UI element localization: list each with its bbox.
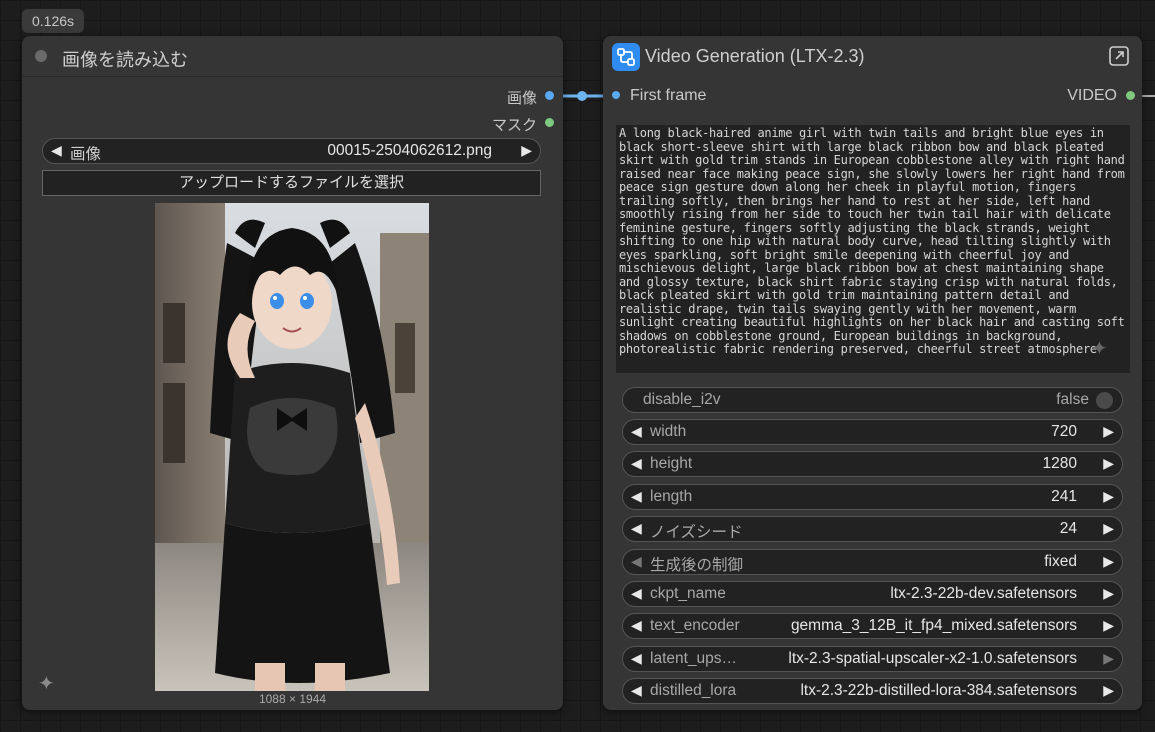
toggle-disable-i2v[interactable]: disable_i2v false bbox=[622, 387, 1123, 413]
decrement-arrow[interactable]: ◀ bbox=[631, 617, 642, 634]
prompt-textarea[interactable]: A long black-haired anime girl with twin… bbox=[616, 125, 1130, 373]
node-title: 画像を読み込む bbox=[62, 50, 188, 70]
widget-control-after-generate[interactable]: ◀ 生成後の制御 fixed ▶ bbox=[622, 548, 1123, 575]
widget-noise-seed[interactable]: ◀ ノイズシード 24 ▶ bbox=[622, 516, 1123, 543]
decrement-arrow[interactable]: ◀ bbox=[631, 650, 642, 667]
widget-value: 24 bbox=[1059, 520, 1077, 538]
widget-distilled-lora[interactable]: ◀ distilled_lora ltx-2.3-22b-distilled-lor… bbox=[622, 678, 1123, 705]
load-image-node[interactable]: 画像を読み込む 画像 マスク ◀ 画像 00015-2504062612.png… bbox=[22, 36, 563, 710]
widget-value: fixed bbox=[1044, 552, 1077, 570]
widget-label: width bbox=[650, 423, 687, 440]
node-title: Video Generation (LTX-2.3) bbox=[645, 46, 865, 66]
widget-length[interactable]: ◀ length 241 ▶ bbox=[622, 483, 1123, 510]
widget-height[interactable]: ◀ height 1280 ▶ bbox=[622, 451, 1123, 478]
increment-arrow[interactable]: ▶ bbox=[1103, 520, 1114, 537]
input-port-first-frame[interactable] bbox=[612, 91, 620, 99]
decrement-arrow[interactable]: ◀ bbox=[631, 553, 642, 570]
image-preview bbox=[155, 203, 429, 691]
widget-label: ckpt_name bbox=[650, 585, 726, 602]
collapse-dot[interactable] bbox=[35, 50, 47, 62]
workflow-icon bbox=[617, 48, 635, 66]
toggle-switch[interactable] bbox=[1096, 392, 1113, 409]
widget-label: height bbox=[650, 455, 693, 473]
widget-text-encoder[interactable]: ◀ text_encoder gemma_3_12B_it_fp4_mixed.sa… bbox=[622, 613, 1123, 640]
input-label-first-frame: First frame bbox=[630, 87, 707, 104]
image-combo[interactable]: ◀ 画像 00015-2504062612.png ▶ bbox=[42, 138, 541, 164]
decrement-arrow[interactable]: ◀ bbox=[631, 682, 642, 699]
node-app-icon bbox=[612, 43, 640, 71]
combo-next-arrow[interactable]: ▶ bbox=[521, 142, 532, 159]
decrement-arrow[interactable]: ◀ bbox=[631, 455, 642, 472]
decrement-arrow[interactable]: ◀ bbox=[631, 488, 642, 505]
widget-label: latent_ups… bbox=[650, 649, 738, 667]
increment-arrow[interactable]: ▶ bbox=[1103, 423, 1114, 440]
widget-ckpt-name[interactable]: ◀ ckpt_name ltx-2.3-22b-dev.safetensors ▶ bbox=[622, 581, 1123, 607]
widget-value: 720 bbox=[1051, 423, 1077, 440]
widget-label: 生成後の制御 bbox=[650, 556, 744, 574]
widget-value: ltx-2.3-22b-dev.safetensors bbox=[890, 585, 1077, 602]
widget-label: distilled_lora bbox=[650, 682, 737, 700]
combo-prev-arrow[interactable]: ◀ bbox=[51, 142, 62, 159]
image-dimensions: 1088 × 1944 bbox=[258, 692, 327, 706]
widget-label: text_encoder bbox=[650, 617, 740, 635]
output-label-image: 画像 bbox=[506, 90, 537, 107]
widget-label: ノイズシード bbox=[650, 524, 743, 542]
node-header[interactable]: 画像を読み込む bbox=[22, 36, 563, 77]
combo-label: 画像 bbox=[70, 146, 102, 163]
increment-arrow[interactable]: ▶ bbox=[1103, 682, 1114, 699]
toggle-value: false bbox=[1056, 391, 1089, 408]
widget-value: 1280 bbox=[1042, 455, 1077, 473]
widget-latent-upscaler[interactable]: ◀ latent_ups… ltx-2.3-spatial-upscaler-x2-… bbox=[622, 645, 1123, 672]
decrement-arrow[interactable]: ◀ bbox=[631, 423, 642, 440]
widget-value: gemma_3_12B_it_fp4_mixed.safetensors bbox=[790, 617, 1077, 635]
output-port-video[interactable] bbox=[1126, 91, 1135, 100]
widget-label: length bbox=[650, 487, 693, 505]
output-port-mask[interactable] bbox=[545, 118, 554, 127]
increment-arrow[interactable]: ▶ bbox=[1103, 553, 1114, 570]
increment-arrow[interactable]: ▶ bbox=[1103, 455, 1114, 472]
increment-arrow[interactable]: ▶ bbox=[1103, 488, 1114, 505]
increment-arrow[interactable]: ▶ bbox=[1103, 617, 1114, 634]
decrement-arrow[interactable]: ◀ bbox=[631, 585, 642, 602]
decrement-arrow[interactable]: ◀ bbox=[631, 520, 642, 537]
sparkle-icon[interactable]: ✦ bbox=[38, 671, 55, 696]
combo-value: 00015-2504062612.png bbox=[327, 142, 492, 159]
widget-value: ltx-2.3-spatial-upscaler-x2-1.0.safetens… bbox=[788, 649, 1077, 667]
increment-arrow[interactable]: ▶ bbox=[1103, 585, 1114, 602]
increment-arrow[interactable]: ▶ bbox=[1103, 650, 1114, 667]
upload-file-button[interactable]: アップロードするファイルを選択 bbox=[42, 170, 541, 196]
toggle-label: disable_i2v bbox=[643, 391, 721, 408]
output-port-image[interactable] bbox=[545, 91, 554, 100]
output-label-mask: マスク bbox=[491, 117, 537, 134]
sparkle-icon[interactable]: ✦ bbox=[1091, 336, 1108, 361]
output-label-video: VIDEO bbox=[1067, 87, 1117, 104]
widget-value: ltx-2.3-22b-distilled-lora-384.safetenso… bbox=[800, 682, 1077, 700]
widget-width[interactable]: ◀ width 720 ▶ bbox=[622, 419, 1123, 445]
node-header[interactable]: Video Generation (LTX-2.3) bbox=[603, 36, 1142, 76]
video-generation-node[interactable]: Video Generation (LTX-2.3) First frame V… bbox=[603, 36, 1142, 710]
expand-icon[interactable] bbox=[1108, 45, 1130, 67]
widget-value: 241 bbox=[1051, 487, 1077, 505]
